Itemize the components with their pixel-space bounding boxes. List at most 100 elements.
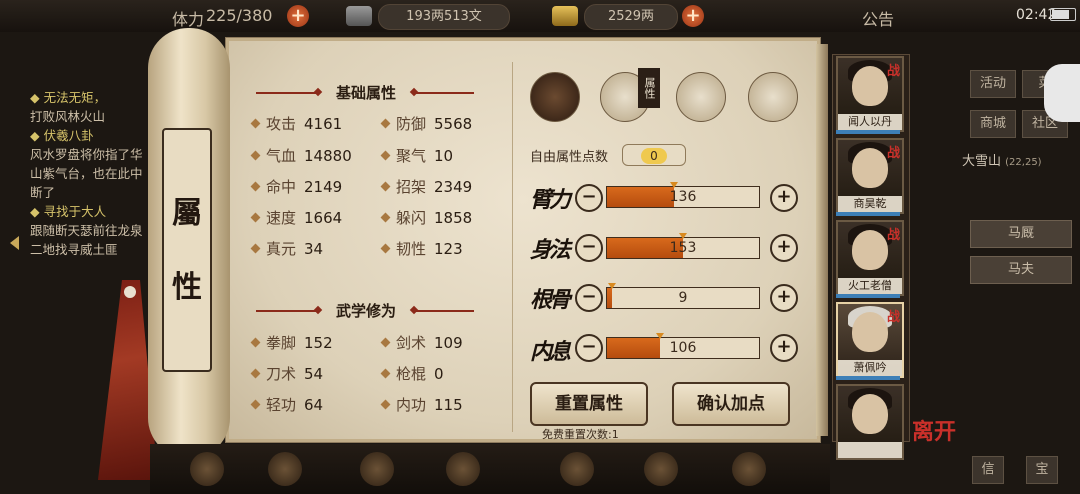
attr-label: 内息 bbox=[530, 339, 571, 365]
section-divider bbox=[414, 92, 474, 94]
tassel-bead bbox=[124, 286, 136, 298]
companion-name: 火工老僧 bbox=[838, 278, 902, 294]
free-points-label: 自由属性点数 bbox=[530, 150, 609, 165]
stamina-value: 225/380 bbox=[206, 6, 273, 25]
stamina-label: 体力 bbox=[172, 10, 205, 29]
stat-sword: 剑术 109 bbox=[380, 332, 463, 353]
increase-button[interactable]: + bbox=[770, 284, 798, 312]
companion-name bbox=[838, 442, 902, 458]
activity-button[interactable]: 活动 bbox=[970, 70, 1016, 98]
decrease-button[interactable]: − bbox=[575, 334, 603, 362]
qq-float-icon[interactable] bbox=[1044, 64, 1080, 122]
stable-button[interactable]: 马厩 bbox=[970, 220, 1072, 248]
battery-icon bbox=[1050, 8, 1076, 21]
quest-title[interactable]: ◆ 寻找于大人 bbox=[30, 202, 150, 221]
confirm-points-button[interactable]: 确认加点 bbox=[672, 382, 790, 426]
top-resource-bar bbox=[0, 0, 1080, 32]
attr-bar[interactable]: 9 bbox=[606, 283, 760, 309]
battle-badge: 战 bbox=[886, 228, 900, 243]
section-divider bbox=[256, 92, 318, 94]
silver-icon bbox=[346, 6, 372, 26]
column-divider bbox=[512, 62, 513, 432]
companion-card[interactable]: 战火工老僧 bbox=[836, 220, 904, 296]
treasure-button[interactable]: 宝 bbox=[1026, 456, 1058, 484]
collapse-arrow-icon[interactable] bbox=[10, 236, 19, 250]
attr-value: 136 bbox=[669, 189, 697, 205]
base-attr-title: 基础属性 bbox=[335, 84, 396, 102]
craft-menu-icon[interactable] bbox=[560, 452, 594, 486]
stat-parry: 招架 2349 bbox=[380, 176, 472, 197]
scroll-title-plate bbox=[162, 128, 212, 372]
location-label: 大雪山 (22,25) bbox=[962, 150, 1042, 169]
notice-button[interactable]: 公告 bbox=[862, 6, 894, 30]
quest-title[interactable]: ◆ 伏羲八卦 bbox=[30, 126, 150, 145]
battle-badge: 战 bbox=[886, 310, 900, 325]
scroll-right-edge bbox=[816, 44, 828, 436]
attr-bar[interactable]: 153 bbox=[606, 233, 760, 259]
decrease-button[interactable]: − bbox=[575, 284, 603, 312]
bag-menu-icon[interactable] bbox=[268, 452, 302, 486]
character-avatar-icon[interactable] bbox=[530, 72, 580, 122]
stat-hp: 气血 14880 bbox=[250, 145, 352, 166]
stat-hit: 命中 2149 bbox=[250, 176, 342, 197]
companion-card-selected[interactable]: 战萧佩吟 bbox=[836, 302, 904, 378]
companion-exp-bar bbox=[836, 376, 900, 380]
companion-exp-bar bbox=[836, 294, 900, 298]
companion-card[interactable] bbox=[836, 384, 904, 460]
groom-button[interactable]: 马夫 bbox=[970, 256, 1072, 284]
companion-exp-bar bbox=[836, 212, 900, 216]
stat-gather: 聚气 10 bbox=[380, 145, 453, 166]
reset-attributes-button[interactable]: 重置属性 bbox=[530, 382, 648, 426]
gold-ingot-icon bbox=[552, 6, 578, 26]
letter-button[interactable]: 信 bbox=[972, 456, 1004, 484]
free-points-box: 0 bbox=[622, 144, 686, 166]
companion-card[interactable]: 战闻人以丹 bbox=[836, 56, 904, 132]
team-menu-icon[interactable] bbox=[446, 452, 480, 486]
attr-label: 根骨 bbox=[530, 287, 571, 313]
increase-button[interactable]: + bbox=[770, 334, 798, 362]
stat-inner: 内功 115 bbox=[380, 394, 463, 415]
companion-name: 萧佩吟 bbox=[838, 360, 902, 376]
section-divider bbox=[256, 310, 318, 312]
journal-menu-icon[interactable] bbox=[644, 452, 678, 486]
map-menu-icon[interactable] bbox=[732, 452, 766, 486]
scroll-title-char: 屬 bbox=[172, 196, 202, 231]
stat-speed: 速度 1664 bbox=[250, 207, 342, 228]
battle-badge: 战 bbox=[886, 146, 900, 161]
add-stamina-button[interactable]: + bbox=[287, 5, 309, 27]
decrease-button[interactable]: − bbox=[575, 184, 603, 212]
bottom-menu-bar bbox=[150, 444, 830, 494]
stat-attack: 攻击 4161 bbox=[250, 113, 342, 134]
companion-name: 闻人以丹 bbox=[838, 114, 902, 130]
companion-card[interactable]: 战商昊乾 bbox=[836, 138, 904, 214]
skill-menu-icon[interactable] bbox=[360, 452, 394, 486]
decrease-button[interactable]: − bbox=[575, 234, 603, 262]
attr-value: 106 bbox=[669, 340, 697, 356]
meridian-tab-icon[interactable] bbox=[748, 72, 798, 122]
stat-spear: 枪棍 0 bbox=[380, 363, 444, 384]
battle-badge: 战 bbox=[886, 64, 900, 79]
stat-toughness: 韧性 123 bbox=[380, 238, 463, 259]
increase-button[interactable]: + bbox=[770, 234, 798, 262]
attr-bar[interactable]: 106 bbox=[606, 333, 760, 359]
leave-button[interactable]: 离开 bbox=[912, 414, 956, 446]
increase-button[interactable]: + bbox=[770, 184, 798, 212]
stat-fist: 拳脚 152 bbox=[250, 332, 333, 353]
quest-desc: 打败风林火山 bbox=[30, 109, 106, 124]
scroll-title-char: 性 bbox=[172, 270, 202, 305]
location-coords: (22,25) bbox=[1005, 157, 1042, 168]
bagua-tab-icon[interactable] bbox=[676, 72, 726, 122]
role-menu-icon[interactable] bbox=[190, 452, 224, 486]
add-gold-button[interactable]: + bbox=[682, 5, 704, 27]
quest-title[interactable]: ◆ 无法无矩， bbox=[30, 88, 150, 107]
attr-label: 身法 bbox=[530, 237, 571, 263]
location-name: 大雪山 bbox=[962, 154, 1002, 169]
stat-defense: 防御 5568 bbox=[380, 113, 472, 134]
attr-label: 臂力 bbox=[530, 187, 571, 213]
attr-bar[interactable]: 136 bbox=[606, 182, 760, 208]
attribute-tab-badge: 属性 bbox=[638, 68, 660, 108]
shop-button[interactable]: 商城 bbox=[970, 110, 1016, 138]
attr-value: 153 bbox=[669, 240, 697, 256]
quest-list[interactable]: ◆ 无法无矩， 打败风林火山 ◆ 伏羲八卦 风水罗盘将你指了华山紫气台，也在此中… bbox=[30, 88, 150, 259]
stat-dodge: 躲闪 1858 bbox=[380, 207, 472, 228]
